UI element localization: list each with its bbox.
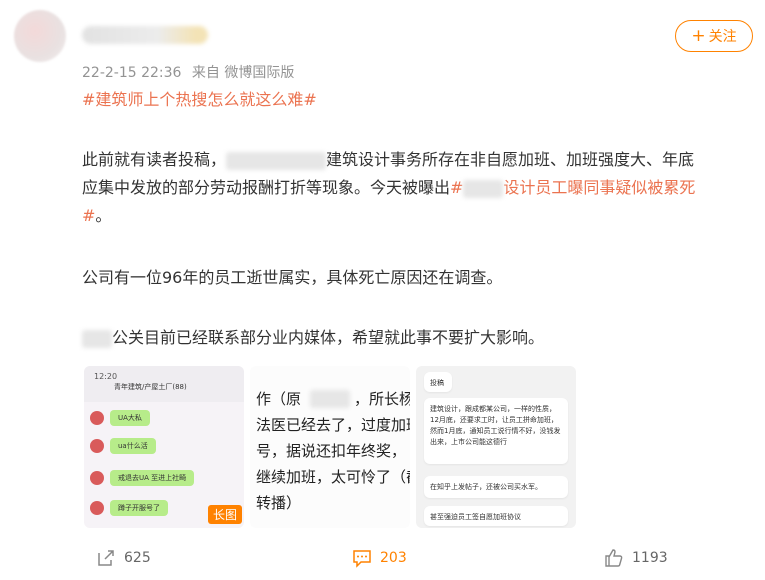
comment-button[interactable]: 203 (352, 548, 407, 568)
card-main: 建筑设计，跟成都某公司，一样的性质，12月底，还要求工时，让员工拼命加班，然而1… (424, 398, 568, 464)
chat-message: 戒退去UA 至进上社畸 (90, 470, 195, 486)
paragraph-1: 此前就有读者投稿， 建筑设计事务所存在非自愿加班、加班强度大、年底 应集中发放的部… (82, 146, 752, 230)
plus-icon: + (691, 25, 706, 46)
card-label: 投稿 (424, 372, 452, 392)
hashtag-link-2-end[interactable]: # (82, 206, 95, 225)
chat-avatar (90, 471, 104, 485)
image-thumbnail-1[interactable]: 12:20 青年建筑/产屋土厂(88) UA大私 ua什么活 戒退去UA 至进上… (84, 366, 244, 528)
redacted-company (82, 329, 112, 348)
chat-title: 青年建筑/产屋土厂(88) (114, 383, 187, 391)
image-thumbnail-3[interactable]: 投稿 建筑设计，跟成都某公司，一样的性质，12月底，还要求工时，让员工拼命加班，… (416, 366, 576, 528)
follow-button[interactable]: + 关注 (675, 20, 753, 52)
chat-time: 12:20 (94, 372, 118, 381)
paragraph-3: 公关目前已经联系部分业内媒体，希望就此事不要扩大影响。 (82, 324, 752, 352)
p1-end: 。 (95, 206, 112, 225)
action-bar: 625 203 1193 (0, 548, 765, 580)
p3-text: 公关目前已经联系部分业内媒体，希望就此事不要扩大影响。 (112, 328, 545, 347)
p1-text-c: 应集中发放的部分劳动报酬打折等现象。今天被曝出 (82, 178, 451, 197)
chat-avatar (90, 439, 104, 453)
chat-message: ua什么活 (90, 438, 156, 454)
share-icon (98, 550, 114, 566)
redacted-name (226, 151, 327, 170)
image-thumbnail-2[interactable]: 作（原 ，所长杨进 法医已经去了，过度加班 号，据说还扣年终奖， 继续加班，太可… (250, 366, 410, 528)
chat-message: UA大私 (90, 410, 150, 426)
chat-header: 12:20 青年建筑/产屋土厂(88) (84, 366, 244, 402)
hashtag-link-2[interactable]: # 设计员工曝同事疑似被累死 (450, 178, 695, 198)
comment-icon (353, 550, 371, 568)
like-button[interactable]: 1193 (604, 548, 668, 568)
thumbs-up-icon (605, 549, 623, 567)
like-count: 1193 (632, 550, 668, 566)
card-secondary: 在知乎上发帖子，还被公司买水军。 (424, 476, 568, 498)
chat-avatar (90, 501, 104, 515)
comment-count: 203 (380, 550, 407, 566)
card-tertiary: 甚至强迫员工签自愿加班协议 (424, 506, 568, 526)
share-button[interactable]: 625 (96, 548, 151, 568)
share-count: 625 (124, 550, 151, 566)
p1-text-a: 此前就有读者投稿， (82, 150, 227, 169)
hashtag-title[interactable]: #建筑师上个热搜怎么就这么难# (82, 86, 752, 114)
post-timestamp[interactable]: 22-2-15 22:36 (82, 65, 181, 81)
follow-label: 关注 (708, 29, 737, 45)
p2-text: 公司有一位96年的员工逝世属实，具体死亡原因还在调查。 (82, 268, 503, 287)
p1-text-b: 建筑设计事务所存在非自愿加班、加班强度大、年底 (326, 150, 695, 169)
hashtag-link[interactable]: #建筑师上个热搜怎么就这么难# (82, 90, 317, 109)
long-image-badge: 长图 (207, 505, 242, 524)
avatar[interactable] (14, 10, 66, 62)
username-blurred[interactable] (82, 26, 208, 44)
post-meta: 22-2-15 22:36 来自 微博国际版 (82, 62, 300, 82)
post-header: 22-2-15 22:36 来自 微博国际版 + 关注 (0, 0, 765, 86)
redacted-tag (463, 179, 504, 198)
redacted-text (310, 390, 350, 408)
post-source: 来自 微博国际版 (191, 65, 295, 81)
paragraph-2: 公司有一位96年的员工逝世属实，具体死亡原因还在调查。 (82, 264, 752, 292)
chat-avatar (90, 411, 104, 425)
chat-message: 蹲子开服号了 (90, 500, 168, 516)
